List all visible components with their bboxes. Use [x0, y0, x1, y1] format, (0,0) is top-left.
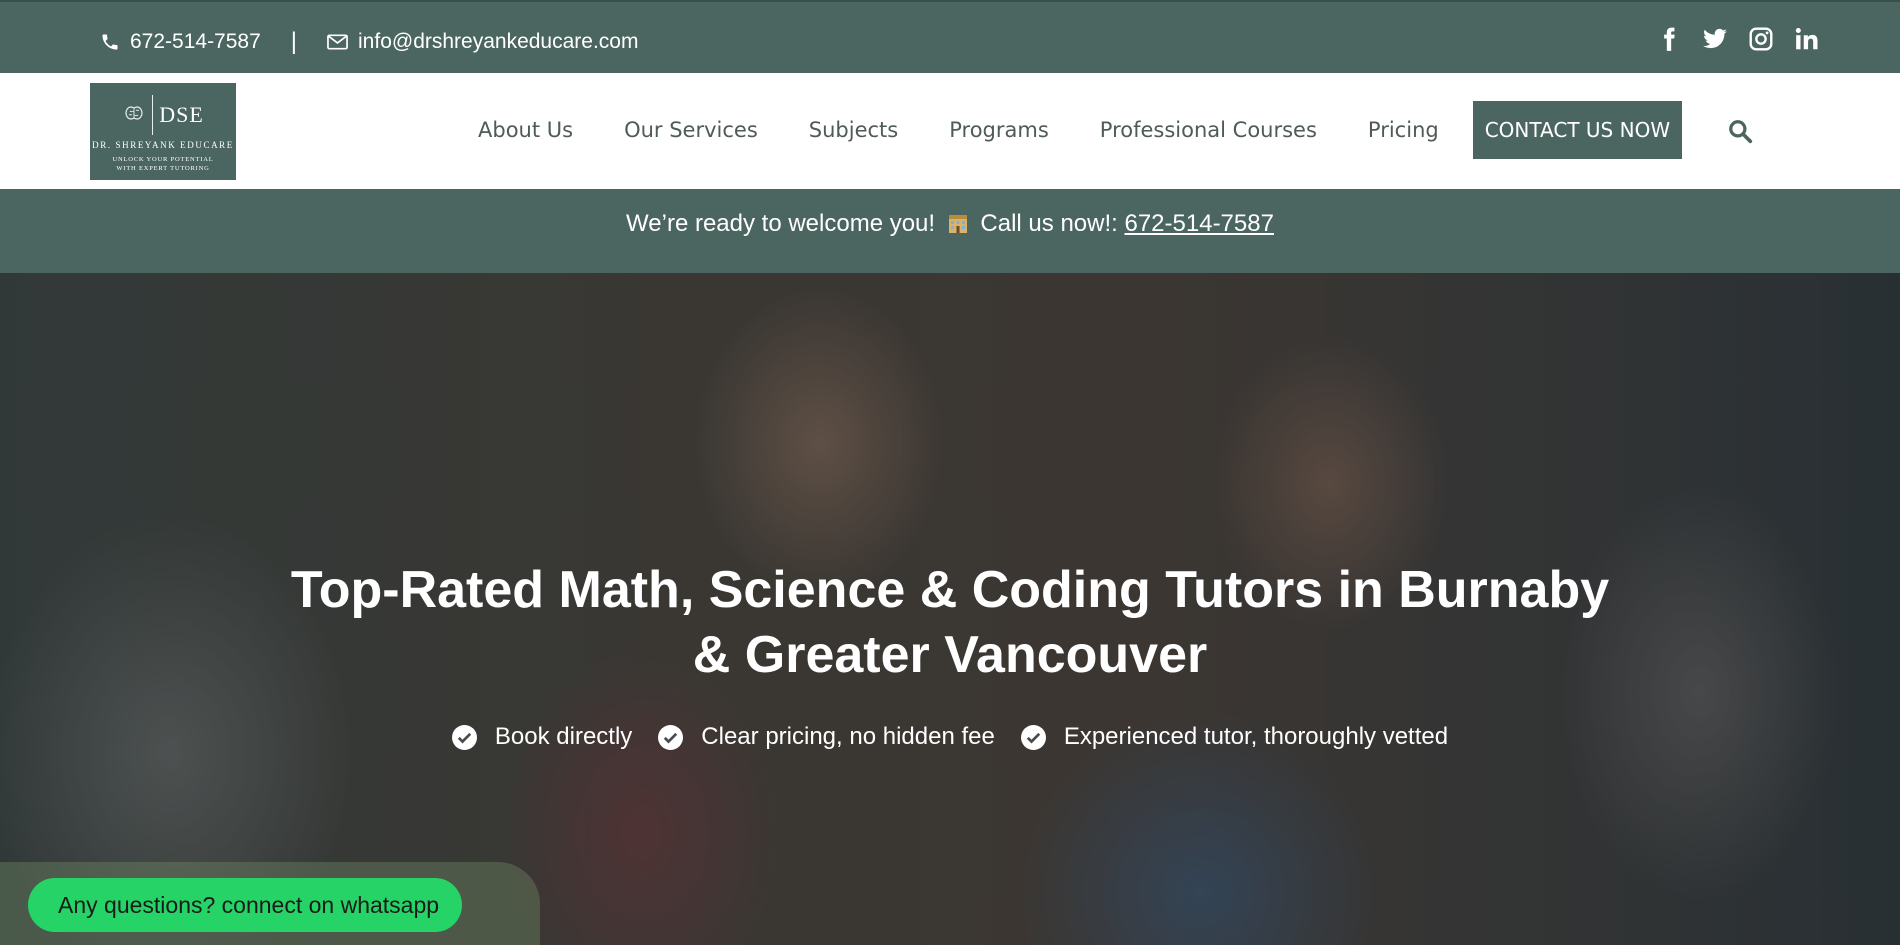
logo-name: DR. SHREYANK EDUCARE: [92, 140, 234, 150]
email-text: info@drshreyankeducare.com: [358, 30, 639, 53]
social-links: [1656, 26, 1820, 52]
announcement-phone-link[interactable]: 672-514-7587: [1124, 210, 1273, 237]
linkedin-icon[interactable]: [1794, 26, 1820, 52]
check-circle-icon: [1020, 724, 1046, 750]
check-circle-icon: [451, 724, 477, 750]
mail-icon: [327, 34, 348, 50]
facebook-icon[interactable]: [1656, 26, 1682, 52]
hero-features: Book directly Clear pricing, no hidden f…: [0, 723, 1900, 751]
twitter-icon[interactable]: [1702, 26, 1728, 52]
instagram-icon[interactable]: [1748, 26, 1774, 52]
logo-tagline-line: WITH EXPERT TUTORING: [116, 165, 210, 172]
hero-title: Top-Rated Math, Science & Coding Tutors …: [250, 558, 1650, 688]
phone-link[interactable]: 672-514-7587: [100, 30, 261, 54]
email-link[interactable]: info@drshreyankeducare.com: [327, 30, 638, 54]
nav-item-our-services[interactable]: Our Services: [624, 118, 758, 142]
nav-item-pricing[interactable]: Pricing: [1368, 118, 1439, 142]
feature-text: Clear pricing, no hidden fee: [701, 723, 995, 750]
top-bar: 672-514-7587 | info@drshreyankeducare.co…: [0, 0, 1900, 73]
phone-icon: [100, 32, 120, 52]
top-contact: 672-514-7587 | info@drshreyankeducare.co…: [100, 28, 638, 56]
nav-item-programs[interactable]: Programs: [949, 118, 1049, 142]
hotel-emoji-icon: [946, 192, 970, 233]
phone-text: 672-514-7587: [130, 30, 261, 53]
feature-text: Experienced tutor, thoroughly vetted: [1063, 723, 1449, 750]
logo-mark: DSE: [90, 95, 236, 135]
feature-item: Book directly: [451, 723, 633, 751]
contact-us-button[interactable]: CONTACT US NOW: [1472, 101, 1683, 159]
logo-tagline-line: UNLOCK YOUR POTENTIAL: [112, 156, 214, 163]
site-logo[interactable]: DSE DR. SHREYANK EDUCARE UNLOCK YOUR POT…: [90, 83, 236, 180]
logo-divider: [152, 95, 154, 135]
nav-item-professional-courses[interactable]: Professional Courses: [1100, 118, 1317, 142]
site-header: DSE DR. SHREYANK EDUCARE UNLOCK YOUR POT…: [0, 73, 1900, 189]
brain-icon: [122, 104, 146, 127]
announcement-call-text: Call us now!:: [980, 210, 1118, 237]
feature-item: Clear pricing, no hidden fee: [658, 723, 995, 751]
announcement-bar: We’re ready to welcome you! Call us now!…: [0, 189, 1900, 273]
hero-section: Top-Rated Math, Science & Coding Tutors …: [0, 273, 1900, 945]
separator: |: [290, 28, 298, 55]
search-icon[interactable]: [1727, 118, 1753, 144]
check-circle-icon: [658, 724, 684, 750]
hero-title-line: Top-Rated Math, Science & Coding Tutors …: [290, 561, 1610, 619]
main-nav: About Us Our Services Subjects Programs …: [478, 101, 1683, 159]
nav-item-subjects[interactable]: Subjects: [809, 118, 898, 142]
logo-tagline: UNLOCK YOUR POTENTIAL WITH EXPERT TUTORI…: [90, 155, 236, 173]
whatsapp-button[interactable]: Any questions? connect on whatsapp: [28, 878, 462, 932]
feature-item: Experienced tutor, thoroughly vetted: [1020, 723, 1449, 751]
nav-item-about-us[interactable]: About Us: [478, 118, 573, 142]
logo-text: DSE: [159, 102, 204, 127]
announcement-text: We’re ready to welcome you!: [626, 210, 936, 237]
feature-text: Book directly: [494, 723, 633, 750]
hero-title-line: & Greater Vancouver: [692, 626, 1208, 684]
